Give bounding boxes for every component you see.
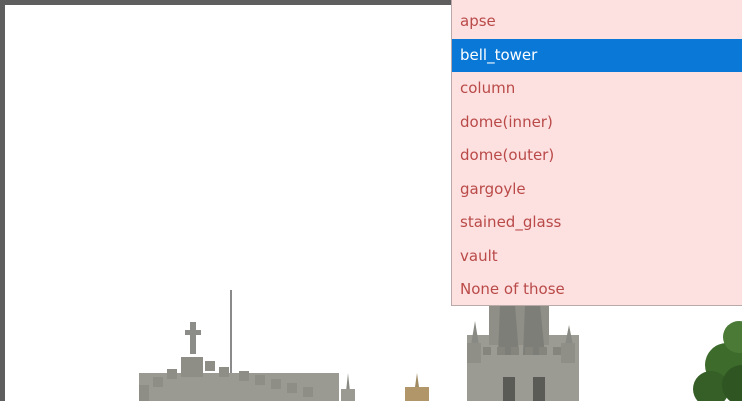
option-dome-outer[interactable]: dome(outer) [452, 139, 742, 173]
option-vault[interactable]: vault [452, 240, 742, 274]
option-stained-glass[interactable]: stained_glass [452, 206, 742, 240]
category-dropdown-list[interactable]: apse bell_tower column dome(inner) dome(… [451, 0, 742, 306]
window-frame: apse bell_tower column dome(inner) dome(… [0, 0, 742, 401]
option-none-of-those[interactable]: None of those [452, 273, 742, 307]
option-bell-tower[interactable]: bell_tower [452, 38, 742, 72]
option-dome-inner[interactable]: dome(inner) [452, 106, 742, 140]
option-gargoyle[interactable]: gargoyle [452, 173, 742, 207]
option-column[interactable]: column [452, 72, 742, 106]
option-apse[interactable]: apse [452, 5, 742, 39]
